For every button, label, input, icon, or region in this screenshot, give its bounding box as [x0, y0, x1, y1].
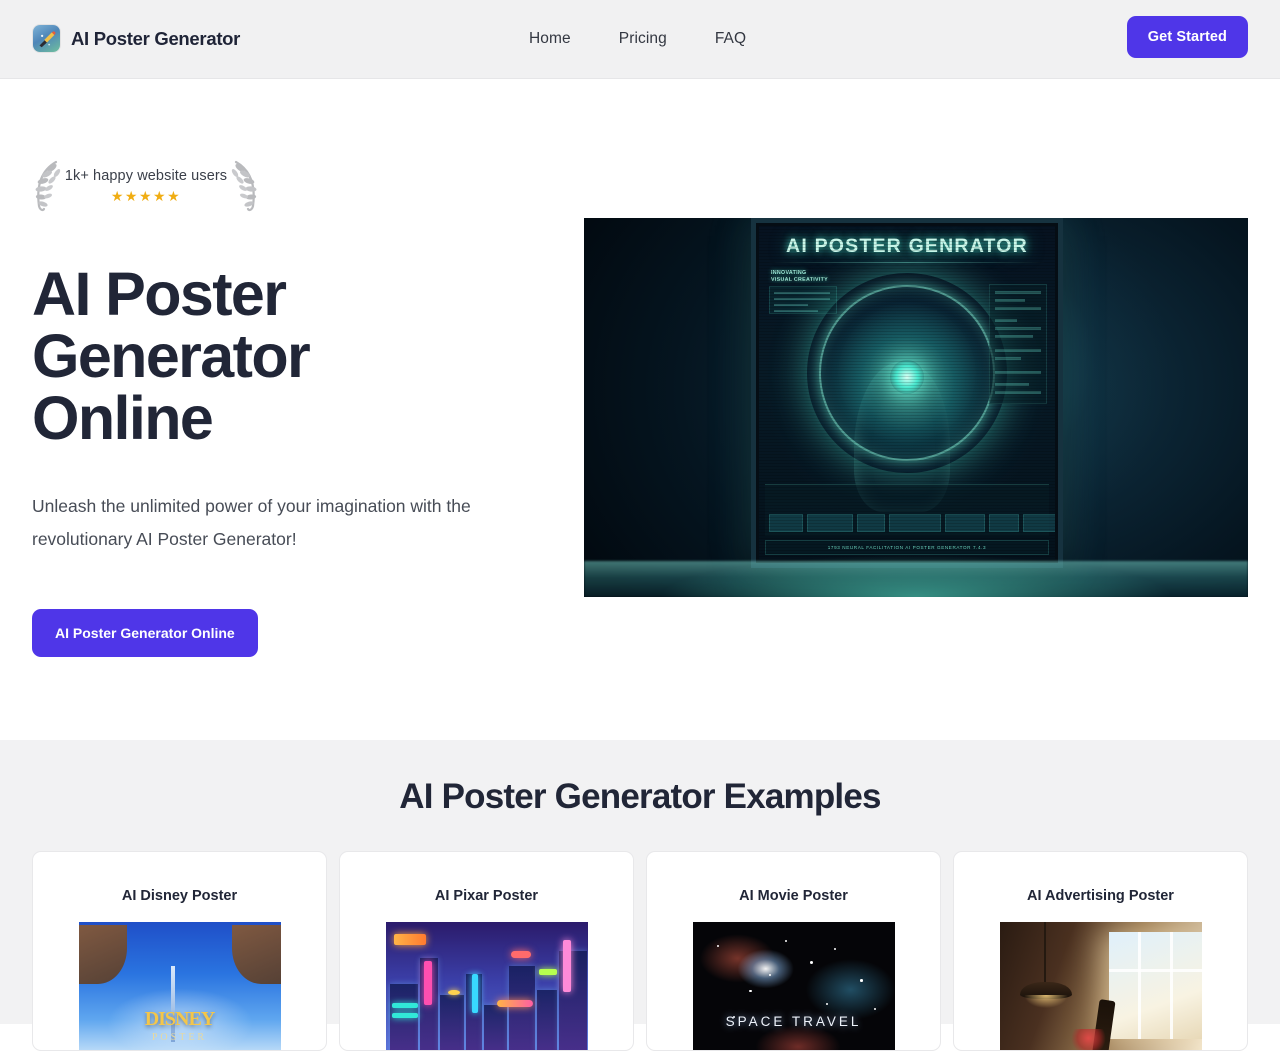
example-card-advertising[interactable]: AI Advertising Poster [953, 851, 1248, 1051]
page-title: AI Poster Generator Online [32, 260, 311, 452]
poster-divider [769, 262, 1045, 263]
examples-section: AI Poster Generator Examples AI Disney P… [0, 740, 1280, 1051]
main-nav: Home Pricing FAQ [529, 30, 746, 48]
examples-title: AI Poster Generator Examples [399, 777, 881, 816]
hero-cta-button[interactable]: AI Poster Generator Online [32, 609, 258, 657]
hero-floor-glow [584, 537, 1248, 597]
example-card-title: AI Pixar Poster [434, 888, 539, 904]
hero-subtitle: Unleash the unlimited power of your imag… [32, 496, 471, 549]
poster-bottom-hud [765, 484, 1055, 536]
example-card-thumbnail: DISNEY POSTER [78, 922, 281, 1050]
example-card-thumbnail [999, 922, 1202, 1050]
hero-image: AI POSTER GENRATOR INNOVATING VISUAL CRE… [584, 218, 1248, 597]
examples-card-grid: AI Disney Poster DISNEY POSTER AI Pixar … [32, 851, 1248, 1051]
poster-brain-graphic [807, 272, 1007, 473]
hero-poster-artwork: AI POSTER GENRATOR INNOVATING VISUAL CRE… [751, 218, 1063, 568]
thumbnail-text: SPACE TRAVEL [725, 1013, 862, 1029]
thumbnail-subtext: POSTER [151, 1031, 208, 1043]
hero-section: 1k+ happy website users ★★★★★ AI Poster … [0, 79, 1280, 740]
nav-item-pricing[interactable]: Pricing [619, 30, 667, 48]
get-started-button[interactable]: Get Started [1126, 16, 1248, 58]
social-proof-text: 1k+ happy website users [64, 167, 228, 184]
example-card-pixar[interactable]: AI Pixar Poster [339, 851, 634, 1051]
rating-stars: ★★★★★ [110, 187, 182, 204]
poster-left-panel [769, 286, 837, 314]
laurel-wreath-icon [32, 160, 62, 217]
thumbnail-text: DISNEY [144, 1008, 216, 1031]
example-card-movie[interactable]: AI Movie Poster SPACE TRAVEL [646, 851, 941, 1051]
laurel-wreath-icon [230, 160, 260, 217]
example-card-disney[interactable]: AI Disney Poster DISNEY POSTER [32, 851, 327, 1051]
nav-item-faq[interactable]: FAQ [715, 30, 746, 48]
example-card-title: AI Movie Poster [739, 888, 848, 904]
example-card-thumbnail: SPACE TRAVEL [692, 922, 895, 1050]
paintbrush-wand-icon [33, 25, 60, 52]
brand[interactable]: AI Poster Generator [33, 25, 240, 52]
site-header: AI Poster Generator Home Pricing FAQ Get… [0, 0, 1280, 79]
poster-title-text: AI POSTER GENRATOR [786, 235, 1028, 257]
brand-title: AI Poster Generator [71, 27, 241, 49]
social-proof-badge: 1k+ happy website users ★★★★★ [32, 155, 260, 217]
example-card-title: AI Disney Poster [121, 888, 238, 904]
example-card-thumbnail [385, 922, 588, 1050]
poster-subtitle-text: INNOVATING VISUAL CREATIVITY [771, 270, 828, 283]
poster-right-hud [989, 284, 1047, 404]
nav-item-home[interactable]: Home [529, 30, 571, 48]
example-card-title: AI Advertising Poster [1027, 888, 1174, 904]
